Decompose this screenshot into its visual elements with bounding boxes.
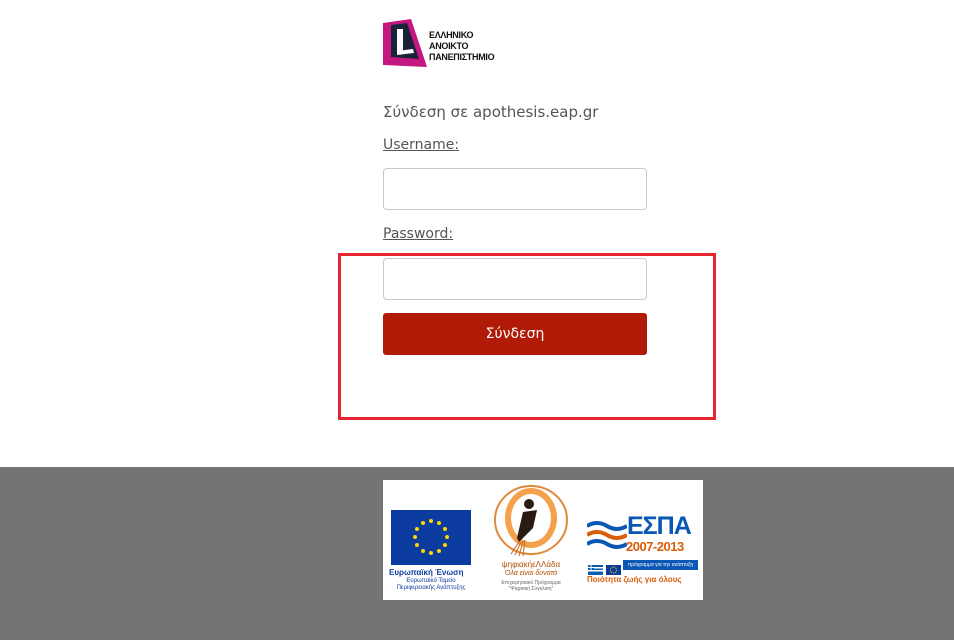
eu-subtitle-line-2: Περιφερειακής Ανάπτυξης [396, 585, 466, 591]
eu-subtitle-line-1: Ευρωπαϊκό Ταμείο [406, 578, 456, 584]
espa-bar: πρόγραμμα για την ανάπτυξη [623, 560, 698, 570]
eu-flag-icon [391, 510, 471, 565]
logo-line-3: ΠΑΝΕΠΙΣΤΗΜΙΟ [429, 52, 495, 62]
digital-greece-title: ψηφιακήεΛΛάδα [501, 560, 561, 569]
footer: Ευρωπαϊκή Ένωση Ευρωπαϊκό Ταμείο Περιφερ… [0, 467, 954, 640]
digital-greece-logo-icon [483, 482, 579, 562]
university-logo: ΕΛΛΗΝΙΚΟ ΑΝΟΙΚΤΟ ΠΑΝΕΠΙΣΤΗΜΙΟ [383, 19, 513, 67]
eu-title: Ευρωπαϊκή Ένωση [389, 568, 464, 577]
logo-mark-icon [383, 19, 427, 67]
espa-years: 2007-2013 [626, 539, 684, 554]
username-label: Username: [383, 137, 460, 153]
espa-title: ΕΣΠΑ [627, 512, 692, 540]
funding-banner: Ευρωπαϊκή Ένωση Ευρωπαϊκό Ταμείο Περιφερ… [383, 480, 703, 600]
digital-greece-slogan: Όλα είναι δυνατά [504, 570, 558, 577]
logo-text: ΕΛΛΗΝΙΚΟ ΑΝΟΙΚΤΟ ΠΑΝΕΠΙΣΤΗΜΙΟ [429, 30, 495, 63]
password-label: Password: [383, 226, 454, 242]
digital-greece-program: Επιχειρησιακό Πρόγραμμα "Ψηφιακή Σύγκλισ… [483, 580, 579, 592]
eu-subtitle: Ευρωπαϊκό Ταμείο Περιφερειακής Ανάπτυξης [389, 578, 473, 592]
greek-eu-flags-icon [588, 560, 622, 575]
espa-slogan: Ποιότητα ζωής για όλους [587, 575, 682, 584]
password-input[interactable] [383, 258, 647, 300]
logo-line-2: ΑΝΟΙΚΤΟ [429, 41, 469, 51]
login-button[interactable]: Σύνδεση [383, 313, 647, 355]
espa-waves-icon [585, 518, 629, 554]
logo-line-1: ΕΛΛΗΝΙΚΟ [429, 30, 474, 40]
program-line-2: "Ψηφιακή Σύγκλιση" [508, 586, 554, 592]
login-heading: Σύνδεση σε apothesis.eap.gr [383, 103, 599, 121]
username-input[interactable] [383, 168, 647, 210]
